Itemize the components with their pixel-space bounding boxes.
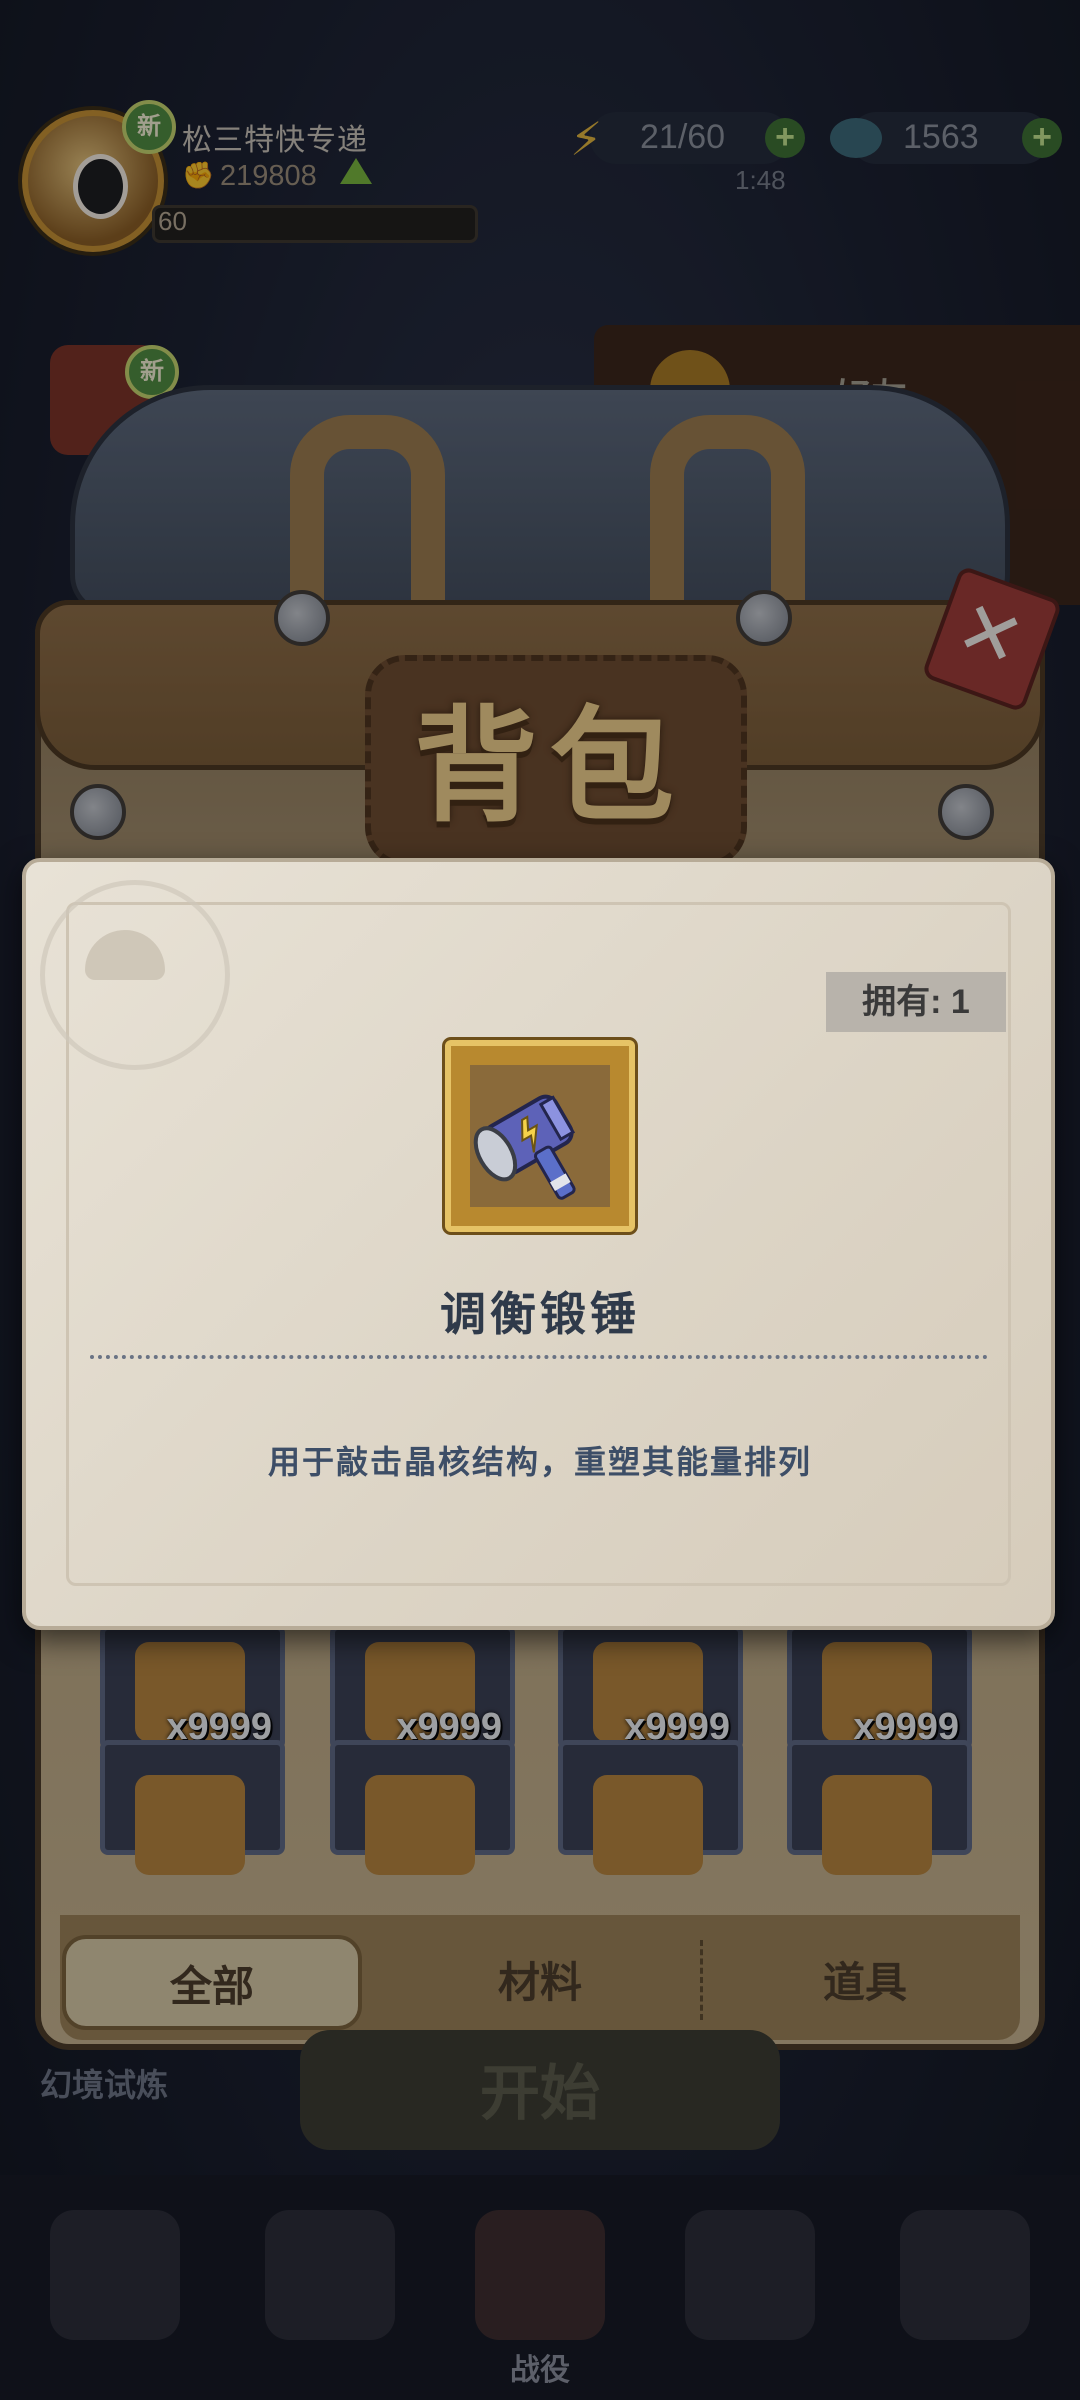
item-description: 用于敲击晶核结构，重塑其能量排列: [267, 1444, 812, 1480]
tab-all[interactable]: 全部: [62, 1935, 362, 2030]
lightning-icon: ⚡: [570, 113, 603, 165]
player-level: 60: [158, 206, 187, 236]
player-name: 松三特快专递: [182, 124, 368, 157]
player-power: 219808: [220, 160, 317, 192]
backpack-top: [70, 385, 1010, 615]
power-up-icon: [340, 158, 372, 184]
rivet-icon: [938, 784, 994, 840]
tab-materials[interactable]: 材料: [390, 1935, 690, 2030]
nav-battle-label: 战役: [510, 2354, 570, 2387]
rivet-icon: [274, 590, 330, 646]
grid-slot[interactable]: x9999: [100, 1625, 285, 1750]
nav-bag-icon[interactable]: [265, 2210, 395, 2340]
item-name: 调衡锻锤: [440, 1288, 640, 1340]
level-bar: [152, 205, 478, 243]
energy-timer: 1:48: [735, 165, 786, 195]
grid-slot[interactable]: x9999: [558, 1625, 743, 1750]
scroll-icon: [822, 1775, 932, 1875]
nav-shop-icon[interactable]: [50, 2210, 180, 2340]
rivet-icon: [70, 784, 126, 840]
grid-slot[interactable]: [787, 1740, 972, 1875]
grid-slot[interactable]: [558, 1740, 743, 1875]
nav-chest-icon[interactable]: [900, 2210, 1030, 2340]
scroll-icon: [365, 1775, 475, 1875]
owned-count: 拥有: 1: [826, 972, 1006, 1032]
tab-props[interactable]: 道具: [715, 1935, 1015, 2030]
hammer-icon: [473, 1094, 576, 1200]
scroll-icon: [593, 1775, 703, 1875]
divider: [90, 1355, 988, 1359]
trial-label[interactable]: 幻境试炼: [40, 2060, 168, 2106]
energy-value: 21/60: [640, 118, 726, 156]
nav-hero-icon[interactable]: [685, 2210, 815, 2340]
grid-slot[interactable]: [330, 1740, 515, 1875]
add-energy-button[interactable]: +: [765, 118, 805, 158]
avatar-face: [73, 154, 128, 219]
scroll-icon: [135, 1775, 245, 1875]
avatar-new-badge: 新: [122, 100, 176, 154]
add-gems-button[interactable]: +: [1022, 118, 1062, 158]
rivet-icon: [736, 590, 792, 646]
tab-divider: [700, 1940, 703, 2020]
power-icon: ✊: [182, 160, 215, 190]
grid-slot[interactable]: x9999: [787, 1625, 972, 1750]
gem-icon: [830, 118, 882, 158]
backpack-title: 背包: [413, 695, 686, 839]
nav-battle-icon[interactable]: [475, 2210, 605, 2340]
grid-slot[interactable]: x9999: [330, 1625, 515, 1750]
grid-slot[interactable]: [100, 1740, 285, 1875]
gem-value: 1563: [903, 118, 979, 156]
start-label: 开始: [480, 2060, 600, 2127]
